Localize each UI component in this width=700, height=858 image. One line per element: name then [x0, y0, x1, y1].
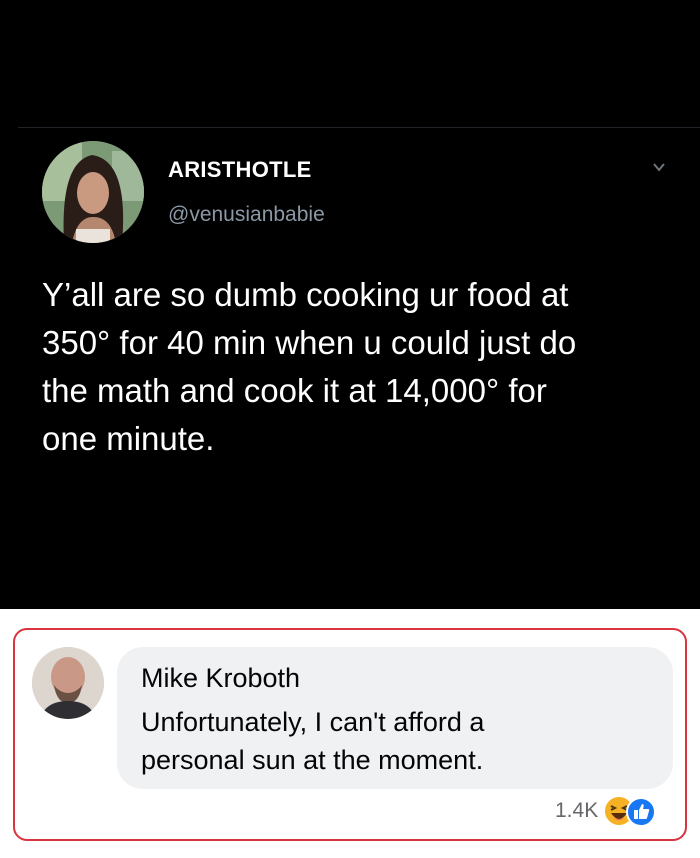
tweet-avatar[interactable] — [42, 141, 144, 243]
divider — [18, 127, 700, 128]
tweet-handle[interactable]: @venusianbabie — [168, 203, 325, 227]
reaction-count[interactable]: 1.4K — [555, 799, 598, 823]
tweet-text-line: Y’all are so dumb cooking ur food at — [42, 276, 569, 313]
tweet-display-name[interactable]: ARISTHOTLE — [168, 157, 312, 183]
comment-text: Unfortunately, I can't afford a personal… — [141, 703, 651, 779]
tweet-text-line: one minute. — [42, 420, 215, 457]
tweet-text: Y’all are so dumb cooking ur food at 350… — [42, 271, 672, 463]
tweet-text-line: 350° for 40 min when u could just do — [42, 324, 577, 361]
like-icon[interactable] — [626, 797, 656, 827]
comment-avatar[interactable] — [32, 647, 104, 719]
chevron-down-icon[interactable] — [652, 160, 666, 174]
tweet-panel: ARISTHOTLE @venusianbabie Y’all are so d… — [0, 0, 700, 609]
comment-text-line: personal sun at the moment. — [141, 745, 484, 775]
comment-text-line: Unfortunately, I can't afford a — [141, 707, 485, 737]
tweet-text-line: the math and cook it at 14,000° for — [42, 372, 547, 409]
comment-author[interactable]: Mike Kroboth — [141, 663, 300, 694]
